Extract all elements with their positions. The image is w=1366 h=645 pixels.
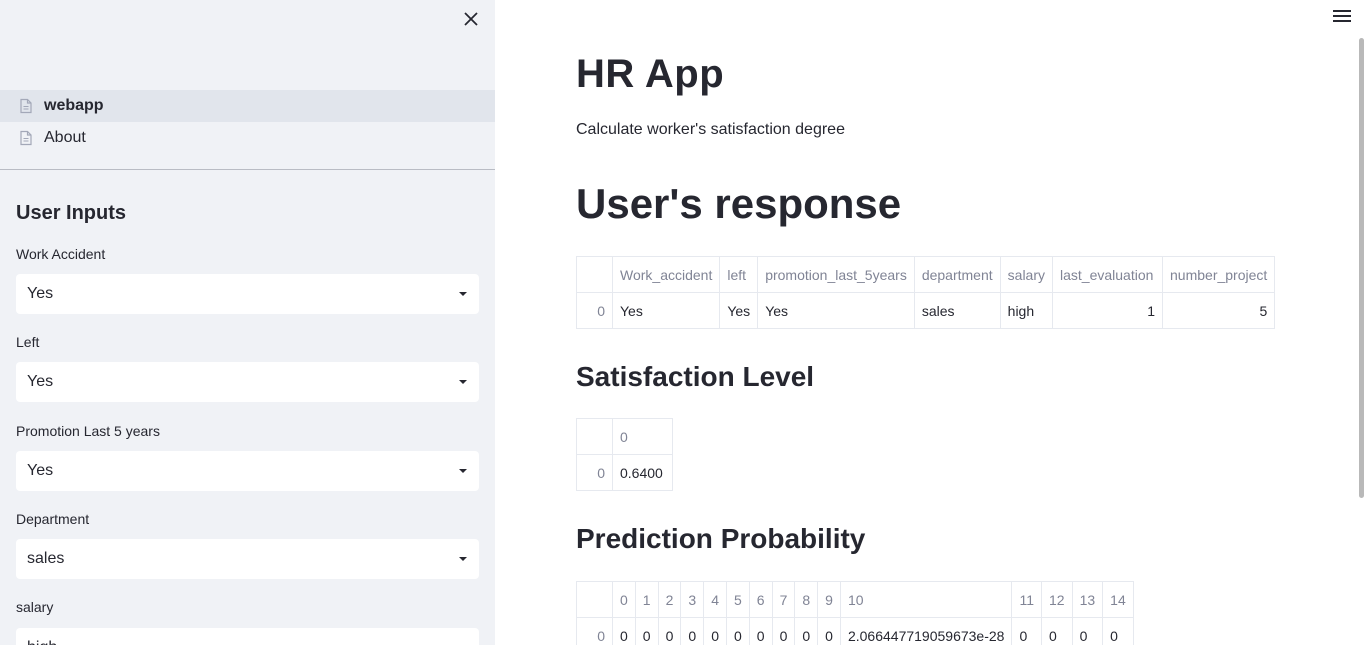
column-header: department bbox=[913, 256, 1001, 293]
select-value: Yes bbox=[27, 462, 54, 479]
table-cell: 0 bbox=[794, 617, 819, 645]
table-cell: 0 bbox=[817, 617, 841, 645]
table-cell: 0 bbox=[612, 617, 636, 645]
column-header: 3 bbox=[680, 581, 705, 618]
department-label: Department bbox=[16, 511, 90, 527]
sidebar: webapp About User Inputs Work Accident Y… bbox=[0, 0, 495, 645]
table-cell: 0 bbox=[703, 617, 727, 645]
prediction-table: 0 1 2 3 4 5 6 7 8 9 10 11 12 13 14 0 0 0… bbox=[576, 581, 1134, 645]
column-header: 12 bbox=[1041, 581, 1073, 618]
department-select[interactable]: sales bbox=[16, 539, 479, 579]
close-icon bbox=[464, 12, 478, 26]
caret-down-icon bbox=[459, 557, 467, 561]
column-header: 5 bbox=[725, 581, 750, 618]
table-cell: 5 bbox=[1162, 292, 1276, 329]
table-cell: Yes bbox=[719, 292, 759, 329]
column-header: 13 bbox=[1071, 581, 1104, 618]
column-header: 4 bbox=[703, 581, 727, 618]
salary-select[interactable]: high bbox=[16, 628, 479, 645]
table-header-row: 0 1 2 3 4 5 6 7 8 9 10 11 12 13 14 bbox=[576, 581, 1134, 618]
table-cell: 1 bbox=[1052, 292, 1164, 329]
caret-down-icon bbox=[459, 469, 467, 473]
response-table: Work_accident left promotion_last_5years… bbox=[576, 256, 1276, 329]
promotion-select[interactable]: Yes bbox=[16, 451, 479, 491]
promotion-label: Promotion Last 5 years bbox=[16, 423, 160, 439]
left-select[interactable]: Yes bbox=[16, 362, 479, 402]
nav-item-about[interactable]: About bbox=[0, 122, 495, 154]
column-header: promotion_last_5years bbox=[757, 256, 915, 293]
table-cell: sales bbox=[913, 292, 1001, 329]
column-header: 11 bbox=[1011, 581, 1043, 618]
nav-item-label: webapp bbox=[44, 97, 104, 114]
hamburger-menu-icon[interactable] bbox=[1333, 10, 1351, 26]
select-value: sales bbox=[27, 550, 65, 567]
column-header: 1 bbox=[634, 581, 659, 618]
table-header-row: 0 bbox=[576, 418, 673, 455]
nav-item-label: About bbox=[44, 129, 86, 146]
table-cell: 2.066447719059673e-28 bbox=[839, 617, 1013, 645]
table-cell: 0 bbox=[748, 617, 773, 645]
column-header: 8 bbox=[794, 581, 819, 618]
column-header: 14 bbox=[1102, 581, 1134, 618]
page-title: HR App bbox=[576, 52, 725, 96]
left-label: Left bbox=[16, 334, 40, 350]
salary-label: salary bbox=[16, 599, 54, 615]
column-header: 10 bbox=[839, 581, 1013, 618]
table-row: 0 Yes Yes Yes sales high 1 5 bbox=[576, 292, 1276, 329]
row-index: 0 bbox=[576, 454, 613, 491]
column-header: Work_accident bbox=[611, 256, 721, 293]
document-icon bbox=[18, 130, 34, 146]
response-heading: User's response bbox=[576, 180, 902, 227]
table-cell: 0 bbox=[1102, 617, 1134, 645]
index-header bbox=[576, 418, 613, 455]
column-header: 9 bbox=[817, 581, 841, 618]
select-value: high bbox=[27, 639, 57, 645]
close-sidebar-button[interactable] bbox=[460, 8, 482, 30]
caret-down-icon bbox=[459, 292, 467, 296]
table-cell: high bbox=[999, 292, 1054, 329]
select-value: Yes bbox=[27, 285, 54, 302]
select-value: Yes bbox=[27, 373, 54, 390]
column-header: last_evaluation bbox=[1052, 256, 1164, 293]
page-subtitle: Calculate worker's satisfaction degree bbox=[576, 121, 845, 138]
column-header: 6 bbox=[748, 581, 773, 618]
prediction-heading: Prediction Probability bbox=[576, 523, 866, 554]
table-row: 0 0 0 0 0 0 0 0 0 0 0 2.066447719059673e… bbox=[576, 617, 1134, 645]
document-icon bbox=[18, 98, 34, 114]
index-header bbox=[576, 256, 613, 293]
work-accident-select[interactable]: Yes bbox=[16, 274, 479, 314]
satisfaction-heading: Satisfaction Level bbox=[576, 361, 815, 392]
table-cell: 0 bbox=[1041, 617, 1073, 645]
column-header: left bbox=[719, 256, 759, 293]
row-index: 0 bbox=[576, 292, 613, 329]
table-cell: 0 bbox=[657, 617, 682, 645]
table-header-row: Work_accident left promotion_last_5years… bbox=[576, 256, 1276, 293]
column-header: number_project bbox=[1162, 256, 1276, 293]
column-header: 0 bbox=[612, 418, 673, 455]
table-cell: 0.6400 bbox=[612, 454, 673, 491]
table-cell: 0 bbox=[771, 617, 796, 645]
scrollbar[interactable] bbox=[1359, 38, 1364, 498]
nav-divider bbox=[0, 169, 495, 170]
satisfaction-table: 0 0 0.6400 bbox=[576, 418, 673, 491]
nav-item-webapp[interactable]: webapp bbox=[0, 90, 495, 122]
table-cell: 0 bbox=[680, 617, 705, 645]
page-nav: webapp About bbox=[0, 90, 495, 154]
table-cell: 0 bbox=[1071, 617, 1104, 645]
user-inputs-heading: User Inputs bbox=[16, 202, 127, 224]
table-cell: Yes bbox=[611, 292, 721, 329]
row-index: 0 bbox=[576, 617, 613, 645]
index-header bbox=[576, 581, 613, 618]
column-header: salary bbox=[999, 256, 1054, 293]
table-row: 0 0.6400 bbox=[576, 454, 673, 491]
table-cell: 0 bbox=[1011, 617, 1043, 645]
column-header: 0 bbox=[612, 581, 636, 618]
column-header: 7 bbox=[771, 581, 796, 618]
table-cell: 0 bbox=[725, 617, 750, 645]
caret-down-icon bbox=[459, 380, 467, 384]
column-header: 2 bbox=[657, 581, 682, 618]
table-cell: 0 bbox=[634, 617, 659, 645]
table-cell: Yes bbox=[757, 292, 915, 329]
work-accident-label: Work Accident bbox=[16, 246, 106, 262]
